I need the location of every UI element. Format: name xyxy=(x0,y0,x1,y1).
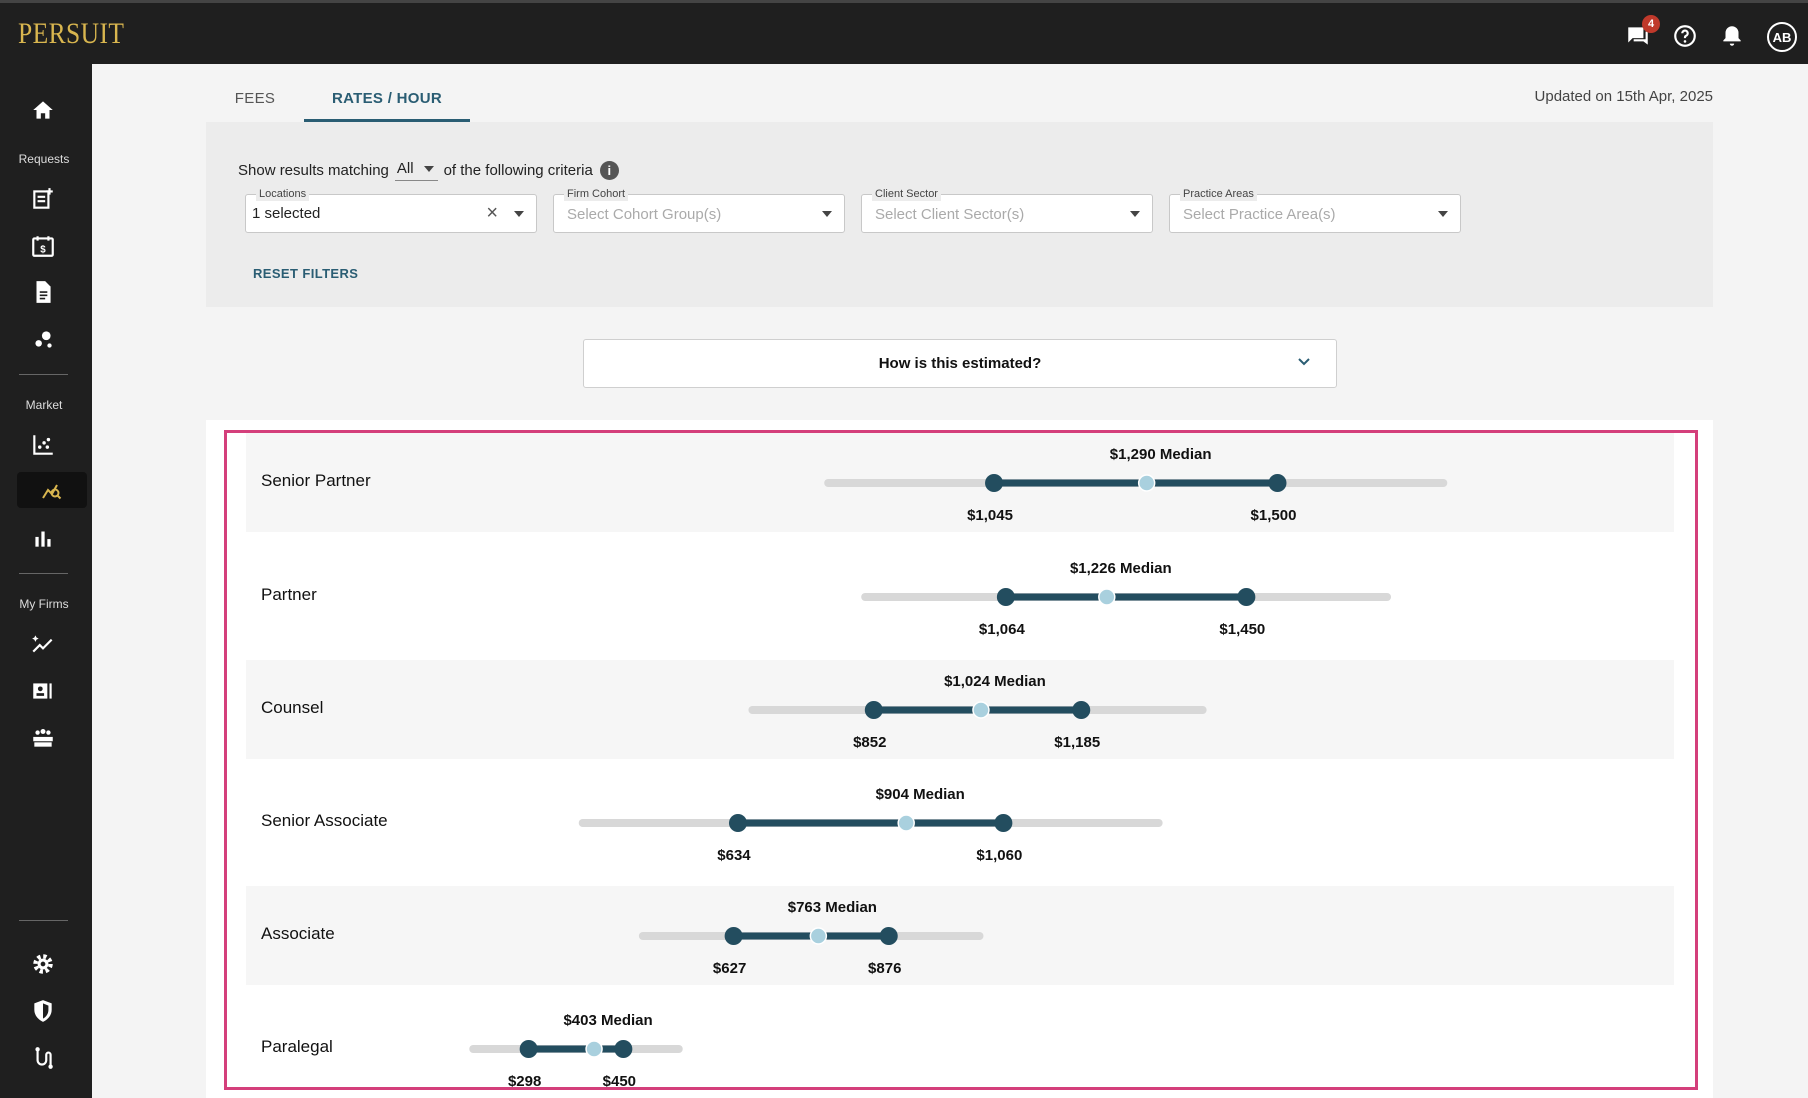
filter-label: Firm Cohort xyxy=(564,187,629,201)
match-mode-value: All xyxy=(396,160,414,177)
caret-down-icon[interactable] xyxy=(822,211,832,217)
criteria-prefix: Show results matching xyxy=(238,162,389,179)
rate-row: Partner xyxy=(246,547,1674,646)
role-label: Senior Partner xyxy=(261,471,371,490)
notification-count-badge: 4 xyxy=(1642,15,1660,33)
caret-down-icon[interactable] xyxy=(514,211,524,217)
user-avatar[interactable]: AB xyxy=(1767,22,1797,52)
tab-fees[interactable]: FEES xyxy=(206,75,304,122)
firm-cohort-filter[interactable]: Firm Cohort Select Cohort Group(s) xyxy=(553,187,845,233)
section-label-my-firms: My Firms xyxy=(19,597,69,611)
filter-label: Client Sector xyxy=(872,187,941,201)
top-bar: PERSUIT 4 AB xyxy=(0,0,1808,64)
document-icon[interactable] xyxy=(30,279,56,305)
caret-down-icon[interactable] xyxy=(1438,211,1448,217)
how-estimated-accordion[interactable]: How is this estimated? xyxy=(583,339,1337,388)
role-label: Counsel xyxy=(261,698,324,717)
caret-down-icon[interactable] xyxy=(1130,211,1140,217)
match-mode-select[interactable]: All xyxy=(394,160,438,181)
graph-nodes-icon[interactable] xyxy=(30,326,56,352)
rate-row: Counsel xyxy=(246,660,1674,759)
settings-icon[interactable] xyxy=(30,951,56,977)
section-label-requests: Requests xyxy=(18,152,70,166)
sidebar: Requests $ Market My Firms xyxy=(0,64,92,1098)
filter-placeholder: Select Client Sector(s) xyxy=(875,206,1025,223)
caret-down-icon xyxy=(423,165,434,172)
rate-row: Senior Associate xyxy=(246,773,1674,872)
rate-row: Associate xyxy=(246,886,1674,985)
sidebar-divider xyxy=(19,573,68,574)
shield-icon[interactable] xyxy=(30,998,56,1024)
persuit-logo[interactable]: PERSUIT xyxy=(18,17,124,51)
role-label: Partner xyxy=(261,585,317,604)
firm-card-icon[interactable] xyxy=(30,678,56,704)
help-icon[interactable] xyxy=(1672,23,1698,49)
rate-row: Paralegal xyxy=(246,999,1674,1098)
filter-placeholder: Select Cohort Group(s) xyxy=(567,206,722,223)
home-icon[interactable] xyxy=(30,97,56,123)
locations-filter[interactable]: Locations 1 selected × xyxy=(245,187,537,233)
role-label: Senior Associate xyxy=(261,811,388,830)
filter-label: Practice Areas xyxy=(1180,187,1257,201)
svg-text:$: $ xyxy=(40,245,46,256)
filter-label: Locations xyxy=(256,187,310,201)
sparkle-trend-icon[interactable] xyxy=(30,631,56,657)
team-icon[interactable] xyxy=(30,725,56,751)
updated-timestamp: Updated on 15th Apr, 2025 xyxy=(1534,88,1713,105)
role-label: Associate xyxy=(261,924,335,943)
criteria-line: Show results matching All of the followi… xyxy=(238,160,619,181)
rate-row: Senior Partner xyxy=(246,433,1674,532)
billing-calendar-icon[interactable]: $ xyxy=(30,233,56,259)
rate-search-nav-item[interactable] xyxy=(17,472,87,508)
chevron-down-icon xyxy=(1298,358,1310,366)
new-request-icon[interactable] xyxy=(30,186,56,212)
reset-filters-button[interactable]: RESET FILTERS xyxy=(253,266,358,281)
client-sector-filter[interactable]: Client Sector Select Client Sector(s) xyxy=(861,187,1153,233)
bar-chart-icon[interactable] xyxy=(30,525,56,551)
criteria-suffix: of the following criteria xyxy=(443,162,593,179)
section-label-market: Market xyxy=(25,398,63,412)
locations-value: 1 selected xyxy=(252,205,321,222)
integration-icon[interactable] xyxy=(30,1045,56,1071)
bell-icon[interactable] xyxy=(1719,23,1745,49)
filter-panel: Show results matching All of the followi… xyxy=(206,122,1713,307)
clear-icon[interactable]: × xyxy=(486,202,498,225)
role-label: Paralegal xyxy=(261,1037,333,1056)
practice-areas-filter[interactable]: Practice Areas Select Practice Area(s) xyxy=(1169,187,1461,233)
scatter-chart-icon[interactable] xyxy=(30,432,56,458)
info-icon[interactable]: i xyxy=(599,161,619,180)
tab-rates-per-hour[interactable]: RATES / HOUR xyxy=(304,75,470,122)
accordion-title: How is this estimated? xyxy=(878,355,1042,372)
filter-placeholder: Select Practice Area(s) xyxy=(1183,206,1336,223)
sidebar-divider xyxy=(19,920,68,921)
sidebar-divider xyxy=(19,374,68,375)
rate-search-icon xyxy=(42,484,62,500)
